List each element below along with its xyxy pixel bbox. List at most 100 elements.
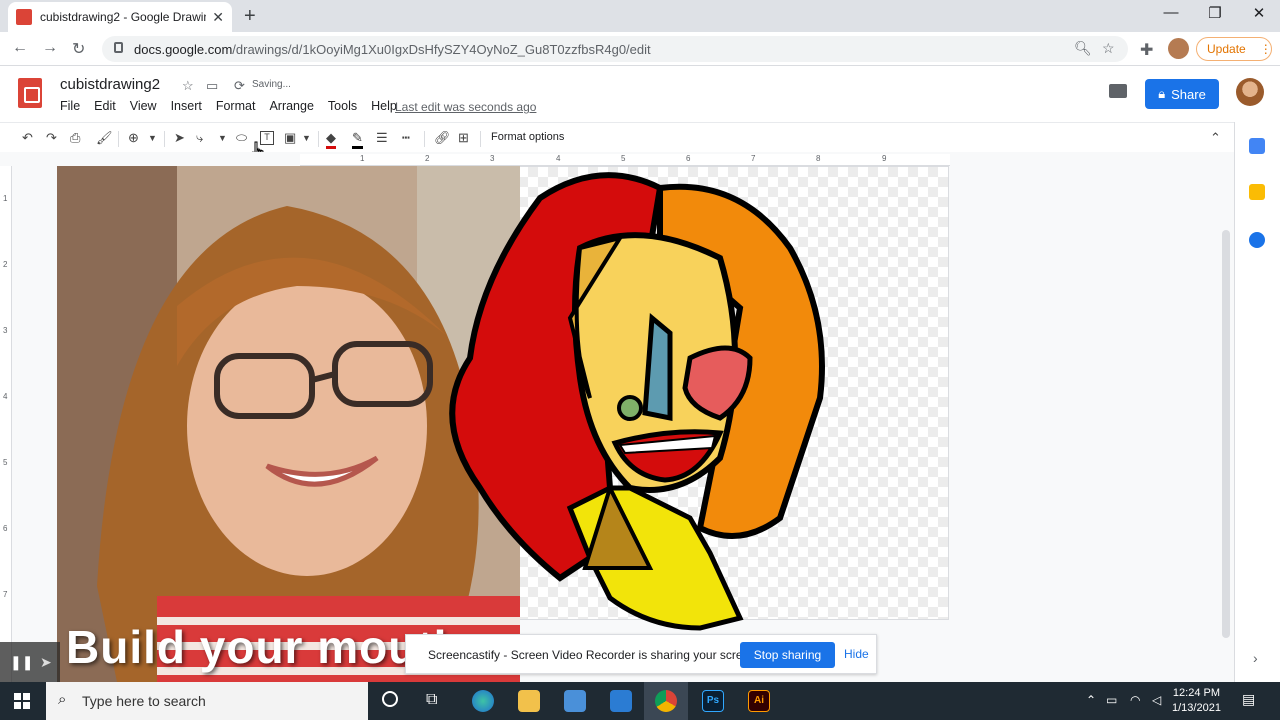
pause-icon[interactable]: ❚❚ (10, 654, 33, 671)
zoom-icon[interactable]: ⊕ (128, 130, 139, 146)
windows-taskbar: ⌕ Type here to search ⧉ Ps Ai ⌃ ▭ ◠ ◁ 12… (0, 682, 1280, 720)
format-options-button[interactable]: Format options (491, 131, 564, 143)
menu-arrange[interactable]: Arrange (269, 99, 313, 113)
document-title[interactable]: cubistdrawing2 (60, 76, 160, 93)
keep-icon[interactable] (1249, 184, 1265, 200)
undo-icon[interactable]: ↶ (22, 130, 33, 146)
chrome-taskbar-item[interactable] (644, 682, 688, 720)
back-icon[interactable]: ← (12, 39, 28, 57)
nose-shape[interactable] (642, 312, 673, 422)
window-close-icon[interactable]: ✕ (1244, 4, 1274, 22)
cubist-drawing[interactable] (420, 158, 840, 638)
border-dash-icon[interactable]: ┅ (402, 130, 410, 146)
ruler-number: 2 (3, 260, 8, 269)
line-tool-icon[interactable]: ⤷ (196, 130, 203, 146)
update-button[interactable]: Update ⋮ (1196, 37, 1272, 61)
menu-format[interactable]: Format (216, 99, 256, 113)
tab-title: cubistdrawing2 - Google Drawings (40, 10, 207, 24)
nostril-shape[interactable] (617, 395, 643, 421)
zoom-icon[interactable]: 🔍︎ (1074, 40, 1092, 57)
ruler-number: 1 (360, 154, 365, 163)
share-button[interactable]: 🔒︎ Share (1145, 79, 1219, 109)
taskbar-search[interactable]: ⌕ Type here to search (46, 682, 368, 720)
toolbar-divider (118, 131, 119, 147)
calendar-icon[interactable] (1249, 138, 1265, 154)
chevron-down-icon[interactable]: ▼ (218, 133, 227, 143)
paint-format-icon[interactable]: 🖌︎ (96, 130, 113, 146)
close-tab-icon[interactable]: ✕ (212, 9, 224, 26)
star-icon[interactable]: ☆ (182, 78, 194, 94)
add-comment-icon[interactable]: ⊞ (458, 130, 469, 146)
drawing-toolbar: ↶ ↷ ⎙ 🖌︎ ⊕ ▼ ➤ ⤷ ▼ ⬭ T ▣ ▼ ◆ ✎ ☰ ┅ 🔗︎ ⊞ … (0, 122, 1234, 161)
menu-help[interactable]: Help (371, 99, 397, 113)
pointer-icon[interactable]: ➤ (40, 654, 52, 671)
notifications-icon[interactable]: ▤ (1242, 691, 1255, 708)
move-folder-icon[interactable]: ▭ (206, 78, 218, 94)
ruler-number: 4 (3, 392, 8, 401)
menu-insert[interactable]: Insert (171, 99, 202, 113)
border-color-icon[interactable]: ✎ (352, 130, 363, 149)
url-text[interactable]: docs.google.com/drawings/d/1kOoyiMg1Xu0I… (134, 42, 651, 57)
wifi-icon[interactable]: ◠ (1130, 693, 1140, 707)
omnibox[interactable]: docs.google.com/drawings/d/1kOoyiMg1Xu0I… (102, 36, 1128, 62)
restore-icon[interactable]: ❐ (1200, 4, 1230, 22)
menu-edit[interactable]: Edit (94, 99, 116, 113)
menu-view[interactable]: View (130, 99, 157, 113)
menu-file[interactable]: File (60, 99, 80, 113)
cortana-icon[interactable] (382, 691, 398, 707)
photoshop-icon[interactable]: Ps (702, 690, 724, 712)
extensions-icon[interactable]: ✚ (1140, 40, 1153, 60)
toolbar-divider (318, 131, 319, 147)
minimize-icon[interactable]: — (1156, 4, 1186, 21)
comment-icon[interactable] (1109, 84, 1127, 98)
fill-color-icon[interactable]: ◆ (326, 130, 336, 149)
show-hidden-icons-icon[interactable]: ⌃ (1086, 693, 1096, 707)
bookmark-star-icon[interactable]: ☆ (1102, 40, 1115, 57)
lock-icon[interactable] (114, 42, 123, 53)
recorder-controls: ❚❚ ➤ (0, 642, 60, 682)
chevron-down-icon[interactable]: ▼ (148, 133, 157, 143)
ruler-number: 5 (3, 458, 8, 467)
clock-time: 12:24 PM (1172, 687, 1221, 699)
drawing-canvas-area[interactable]: 1 2 3 4 5 6 7 8 9 1 2 3 4 5 6 7 (0, 152, 1234, 682)
image-icon[interactable]: ▣ (284, 130, 296, 146)
shape-tool-icon[interactable]: ⬭ (236, 130, 247, 146)
tasks-icon[interactable] (1249, 232, 1265, 248)
mail-icon[interactable] (610, 690, 632, 712)
drawings-logo-icon[interactable] (18, 78, 42, 108)
vertical-ruler[interactable]: 1 2 3 4 5 6 7 (0, 166, 12, 682)
edge-icon[interactable] (472, 690, 494, 712)
illustrator-icon[interactable]: Ai (748, 690, 770, 712)
task-view-icon[interactable]: ⧉ (426, 691, 437, 709)
chevron-down-icon[interactable]: ▼ (302, 133, 311, 143)
file-explorer-icon[interactable] (518, 690, 540, 712)
vertical-scrollbar[interactable] (1222, 230, 1230, 638)
battery-icon[interactable]: ▭ (1106, 693, 1117, 707)
forward-icon[interactable]: → (42, 39, 58, 57)
collapse-toolbar-icon[interactable]: ⌃ (1210, 130, 1221, 146)
profile-avatar[interactable] (1168, 38, 1189, 59)
reload-icon[interactable]: ↻ (72, 39, 85, 59)
last-edit-link[interactable]: Last edit was seconds ago (395, 100, 536, 114)
sync-icon: ⟳ (234, 78, 245, 93)
windows-start-icon[interactable] (14, 693, 30, 709)
print-icon[interactable]: ⎙ (70, 130, 80, 146)
stop-sharing-button[interactable]: Stop sharing (740, 642, 835, 668)
hide-button[interactable]: Hide (844, 647, 869, 661)
chevron-right-icon[interactable]: › (1253, 650, 1258, 666)
redo-icon[interactable]: ↷ (46, 130, 57, 146)
screen-sharing-notification: Screencastify - Screen Video Recorder is… (405, 634, 877, 674)
store-icon[interactable] (564, 690, 586, 712)
account-avatar[interactable] (1236, 78, 1264, 106)
drawings-header: cubistdrawing2 ☆ ▭ ⟳ Saving... File Edit… (0, 66, 1280, 122)
menu-tools[interactable]: Tools (328, 99, 357, 113)
new-tab-icon[interactable]: + (244, 5, 256, 28)
volume-icon[interactable]: ◁ (1152, 693, 1161, 707)
link-icon[interactable]: 🔗︎ (434, 130, 451, 146)
select-arrow-icon[interactable]: ➤ (174, 130, 185, 146)
browser-tab[interactable]: cubistdrawing2 - Google Drawings ✕ (8, 2, 232, 32)
ruler-number: 6 (3, 524, 8, 533)
border-weight-icon[interactable]: ☰ (376, 130, 388, 146)
taskbar-clock[interactable]: 12:24 PM 1/13/2021 (1172, 686, 1221, 716)
lock-icon: 🔒︎ (1158, 86, 1166, 101)
